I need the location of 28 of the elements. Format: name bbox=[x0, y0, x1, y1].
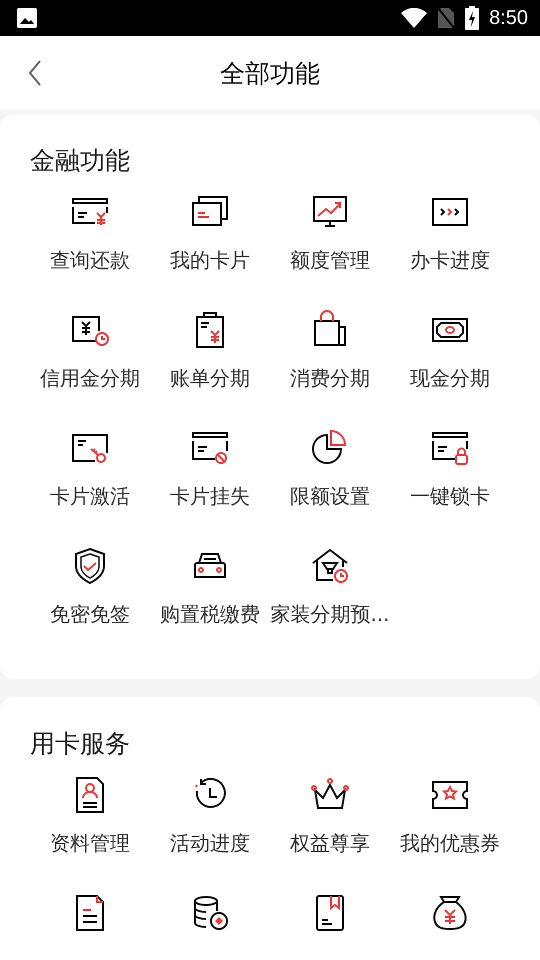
feature-item[interactable]: 家装分期预... bbox=[270, 545, 390, 655]
feature-item[interactable]: 购置税缴费 bbox=[150, 545, 270, 655]
feature-item[interactable]: 账单分期 bbox=[150, 309, 270, 419]
section-title: 用卡服务 bbox=[30, 728, 131, 760]
image-icon bbox=[16, 7, 38, 29]
feature-item[interactable]: 我的卡片 bbox=[150, 191, 270, 301]
no-sim-icon bbox=[437, 7, 456, 29]
feature-item[interactable]: 消费分期 bbox=[270, 309, 390, 419]
feature-item[interactable]: 卡片挂失 bbox=[150, 427, 270, 537]
feature-item[interactable]: 额度管理 bbox=[270, 191, 390, 301]
wifi-icon bbox=[401, 8, 428, 28]
feature-item[interactable]: 查询还款 bbox=[30, 191, 150, 301]
feature-item[interactable]: 一键锁卡 bbox=[390, 427, 510, 537]
feature-item[interactable]: 办卡进度 bbox=[390, 191, 510, 301]
feature-item[interactable]: 限额设置 bbox=[270, 427, 390, 537]
feature-item[interactable]: 资料管理 bbox=[30, 774, 150, 884]
feature-item[interactable]: 免密免签 bbox=[30, 545, 150, 655]
clock-time: 8:50 bbox=[489, 6, 528, 30]
feature-item[interactable]: 权益尊享 bbox=[270, 774, 390, 884]
chevron-left-icon bbox=[28, 60, 42, 86]
page-title: 全部功能 bbox=[220, 58, 320, 90]
feature-item[interactable]: 卡片激活 bbox=[30, 427, 150, 537]
feature-item[interactable]: 活动进度 bbox=[150, 774, 270, 884]
battery-charging-icon bbox=[465, 6, 480, 30]
feature-item[interactable]: 现金分期 bbox=[390, 309, 510, 419]
section-title: 金融功能 bbox=[30, 145, 131, 177]
feature-item[interactable]: 我的优惠券 bbox=[390, 774, 510, 884]
feature-item[interactable]: 信用金分期 bbox=[30, 309, 150, 419]
